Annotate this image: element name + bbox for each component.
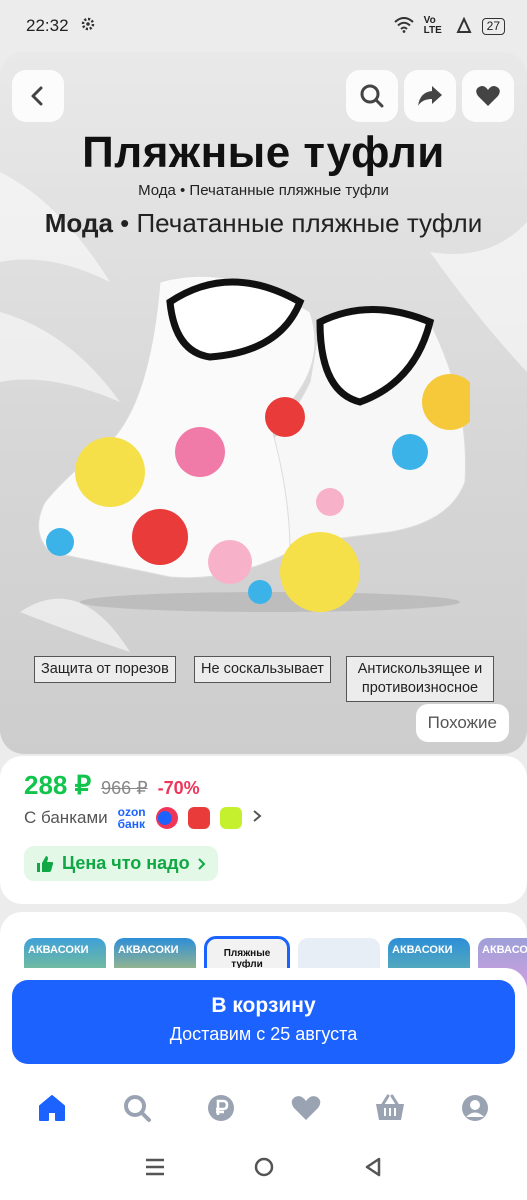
price-current: 288 ₽ <box>24 770 92 800</box>
menu-icon <box>145 1158 164 1175</box>
price-tag-button[interactable]: Цена что надо <box>24 846 218 881</box>
settings-gear-icon <box>81 16 95 36</box>
back-button[interactable] <box>12 70 64 122</box>
price-old: 966 ₽ <box>101 778 148 798</box>
feature-non-slip: Не соскальзывает <box>194 656 331 683</box>
similar-button[interactable]: Похожие <box>415 704 509 742</box>
nav-search[interactable] <box>117 1088 157 1128</box>
bottom-nav <box>0 1078 527 1138</box>
product-image[interactable]: Пляжные туфли Мода • Печатанные пляжные … <box>0 52 527 754</box>
hero-title: Пляжные туфли <box>82 128 445 177</box>
bank-icon-2 <box>187 807 210 829</box>
chevron-left-icon <box>31 86 43 106</box>
ruble-icon <box>208 1095 235 1121</box>
add-to-cart-button[interactable]: В корзину Доставим с 25 августа <box>12 980 515 1064</box>
price-card: 288 ₽ 966 ₽ -70% С банками ozon банк Цена… <box>0 756 527 904</box>
banks-label: С банками <box>24 808 108 827</box>
back-system-button[interactable] <box>363 1156 383 1183</box>
thumbs-up-icon <box>37 855 54 872</box>
recent-apps-button[interactable] <box>144 1158 166 1181</box>
status-bar: 22:32 Vo LTE 27 <box>0 0 527 52</box>
banks-row[interactable]: С банками ozon банк <box>24 806 262 830</box>
price-row: 288 ₽ 966 ₽ -70% <box>24 770 200 801</box>
nav-finance[interactable] <box>201 1088 241 1128</box>
nav-favorites[interactable] <box>286 1088 326 1128</box>
system-nav-bar <box>0 1138 527 1200</box>
battery-indicator: 27 <box>481 17 505 35</box>
bank-icon-1 <box>155 807 178 829</box>
profile-icon <box>461 1095 488 1121</box>
cart-bar: В корзину Доставим с 25 августа <box>0 968 527 1078</box>
price-discount: -70% <box>157 778 200 798</box>
home-icon <box>39 1095 66 1121</box>
heart-icon <box>476 86 500 106</box>
share-button[interactable] <box>404 70 456 122</box>
wifi-icon <box>393 16 414 36</box>
heart-icon <box>291 1096 321 1120</box>
basket-icon <box>376 1094 405 1120</box>
status-time: 22:32 <box>26 16 69 35</box>
search-icon <box>123 1095 151 1122</box>
favorite-button[interactable] <box>462 70 514 122</box>
hero-subtitle-large: Мода • Печатанные пляжные туфли <box>44 208 483 238</box>
add-to-cart-label: В корзину <box>211 994 316 1017</box>
search-button[interactable] <box>346 70 398 122</box>
nav-profile[interactable] <box>455 1088 495 1128</box>
search-icon <box>360 84 384 108</box>
signal-icon <box>456 16 472 36</box>
delivery-date-label: Доставим с 25 августа <box>169 1024 358 1044</box>
ozon-bank-logo: ozon банк <box>117 805 146 831</box>
chevron-right-icon <box>252 808 262 828</box>
share-icon <box>418 86 442 106</box>
network-label: Vo LTE <box>423 15 442 36</box>
bank-icon-3 <box>219 807 242 829</box>
triangle-back-icon <box>365 1157 381 1176</box>
nav-home[interactable] <box>32 1088 72 1128</box>
hero-subtitle-small: Мода • Печатанные пляжные туфли <box>138 182 389 199</box>
circle-home-icon <box>255 1157 274 1176</box>
shoes-illustration <box>38 275 470 612</box>
home-button[interactable] <box>253 1156 275 1183</box>
feature-anti-slip-wear: Антискользящее и противоизносное <box>346 656 494 702</box>
feature-cut-protection: Защита от порезов <box>34 656 176 683</box>
price-tag-label: Цена что надо <box>62 853 190 873</box>
chevron-right-icon <box>197 857 206 870</box>
nav-cart[interactable] <box>370 1088 410 1128</box>
